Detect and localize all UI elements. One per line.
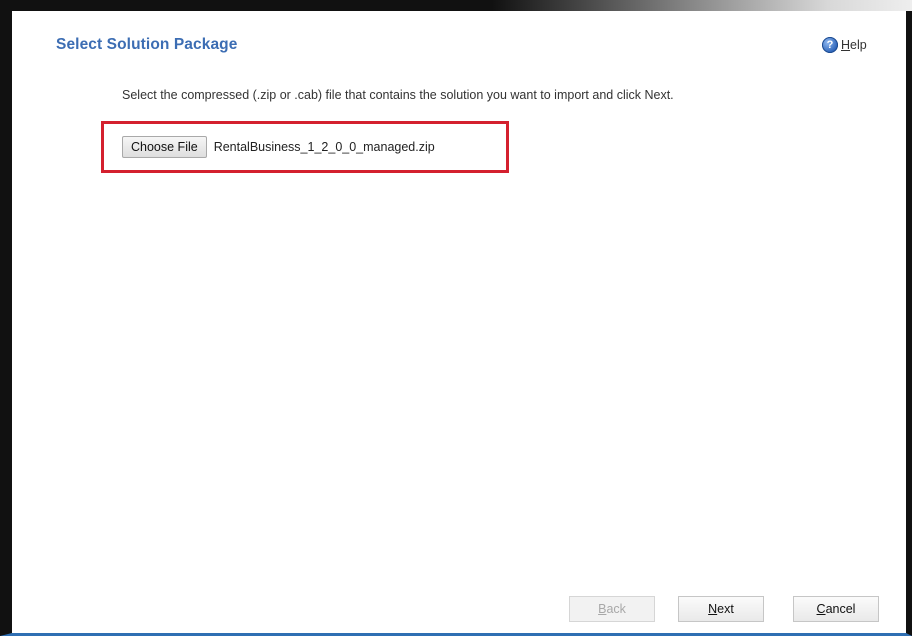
file-input: Choose File RentalBusiness_1_2_0_0_manag… [122,136,435,158]
back-label-rest: ack [606,602,626,616]
back-button[interactable]: Back [569,596,655,622]
cancel-label-rest: ancel [825,602,856,616]
cancel-access-key: C [816,602,826,616]
cancel-button[interactable]: Cancel [793,596,879,622]
help-label-rest: elp [850,38,867,52]
help-icon: ? [822,37,838,53]
next-button[interactable]: Next [678,596,764,622]
next-label-rest: ext [717,602,734,616]
help-access-key: H [841,38,851,52]
back-access-key: B [598,602,607,616]
window-edge [492,0,912,11]
next-access-key: N [708,602,718,616]
selected-file-name: RentalBusiness_1_2_0_0_managed.zip [213,140,435,154]
instruction-text: Select the compressed (.zip or .cab) fil… [122,88,674,102]
footer-buttons: Back Next Cancel [0,596,912,624]
page-title: Select Solution Package [56,36,238,53]
choose-file-button[interactable]: Choose File [122,136,207,158]
help-link[interactable]: ? Help [822,37,867,53]
help-label: Help [841,38,867,52]
